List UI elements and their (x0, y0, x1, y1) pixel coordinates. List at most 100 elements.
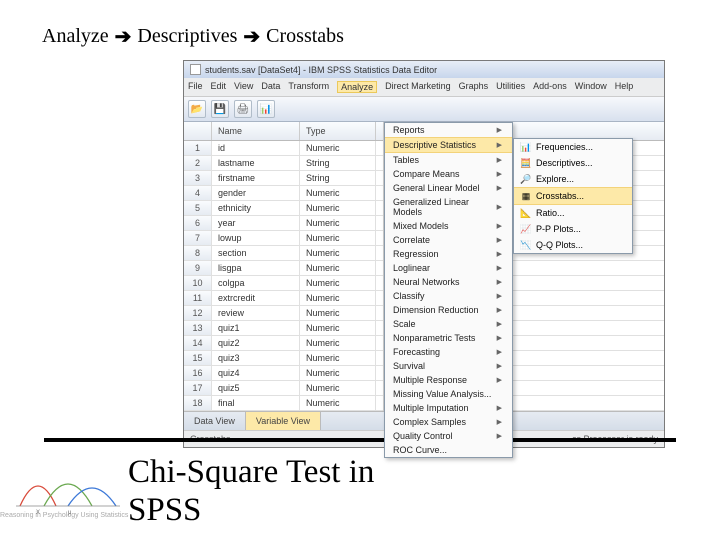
menu-item[interactable]: Regression▶ (385, 247, 512, 261)
submenu-item[interactable]: 🔎Explore... (514, 171, 632, 187)
table-row[interactable]: 10colgpaNumeric (184, 276, 383, 291)
cell-name[interactable]: year (212, 216, 300, 230)
cell-type[interactable]: Numeric (300, 141, 376, 155)
menu-item[interactable]: Descriptive Statistics▶ (385, 137, 512, 153)
cell-type[interactable]: Numeric (300, 291, 376, 305)
open-icon[interactable]: 📂 (188, 100, 206, 118)
menu-item[interactable]: Quality Control▶ (385, 429, 512, 443)
menu-view[interactable]: View (234, 81, 253, 93)
chart-icon[interactable]: 📊 (257, 100, 275, 118)
submenu-item[interactable]: 📊Frequencies... (514, 139, 632, 155)
cell-type[interactable]: Numeric (300, 276, 376, 290)
cell-name[interactable]: id (212, 141, 300, 155)
menu-transform[interactable]: Transform (288, 81, 329, 93)
menu-item[interactable]: Mixed Models▶ (385, 219, 512, 233)
cell-type[interactable]: Numeric (300, 336, 376, 350)
tab-variable-view[interactable]: Variable View (246, 412, 321, 430)
menu-item[interactable]: Missing Value Analysis... (385, 387, 512, 401)
table-row[interactable]: 2lastnameString (184, 156, 383, 171)
table-row[interactable]: 14quiz2Numeric (184, 336, 383, 351)
menu-data[interactable]: Data (261, 81, 280, 93)
cell-name[interactable]: extrcredit (212, 291, 300, 305)
cell-type[interactable]: Numeric (300, 351, 376, 365)
table-row[interactable]: 17quiz5Numeric (184, 381, 383, 396)
submenu-item[interactable]: 📉Q-Q Plots... (514, 237, 632, 253)
menu-item[interactable]: Loglinear▶ (385, 261, 512, 275)
submenu-item[interactable]: 📐Ratio... (514, 205, 632, 221)
tab-data-view[interactable]: Data View (184, 412, 246, 430)
table-row[interactable]: 11extrcreditNumeric (184, 291, 383, 306)
cell-name[interactable]: lowup (212, 231, 300, 245)
cell-name[interactable]: ethnicity (212, 201, 300, 215)
submenu-item[interactable]: 📈P-P Plots... (514, 221, 632, 237)
cell-type[interactable]: Numeric (300, 306, 376, 320)
table-row[interactable]: 18finalNumeric (184, 396, 383, 411)
menu-window[interactable]: Window (575, 81, 607, 93)
cell-type[interactable]: Numeric (300, 186, 376, 200)
menu-help[interactable]: Help (615, 81, 634, 93)
cell-type[interactable]: Numeric (300, 246, 376, 260)
table-row[interactable]: 7lowupNumeric (184, 231, 383, 246)
menu-item[interactable]: Nonparametric Tests▶ (385, 331, 512, 345)
menu-file[interactable]: File (188, 81, 203, 93)
menu-item[interactable]: Multiple Imputation▶ (385, 401, 512, 415)
cell-name[interactable]: quiz5 (212, 381, 300, 395)
menu-item[interactable]: ROC Curve... (385, 443, 512, 457)
menu-item[interactable]: Compare Means▶ (385, 167, 512, 181)
table-row[interactable]: 13quiz1Numeric (184, 321, 383, 336)
col-type-header[interactable]: Type (300, 122, 376, 140)
cell-type[interactable]: Numeric (300, 321, 376, 335)
menu-addons[interactable]: Add-ons (533, 81, 567, 93)
cell-name[interactable]: firstname (212, 171, 300, 185)
menu-item[interactable]: Scale▶ (385, 317, 512, 331)
menu-item[interactable]: General Linear Model▶ (385, 181, 512, 195)
table-row[interactable]: 4genderNumeric (184, 186, 383, 201)
menu-item[interactable]: Generalized Linear Models▶ (385, 195, 512, 219)
cell-type[interactable]: String (300, 156, 376, 170)
menu-edit[interactable]: Edit (211, 81, 227, 93)
cell-type[interactable]: Numeric (300, 216, 376, 230)
menu-item[interactable]: Classify▶ (385, 289, 512, 303)
cell-name[interactable]: quiz4 (212, 366, 300, 380)
table-row[interactable]: 9lisgpaNumeric (184, 261, 383, 276)
submenu-item[interactable]: ▦Crosstabs... (514, 187, 632, 205)
cell-type[interactable]: Numeric (300, 381, 376, 395)
cell-name[interactable]: quiz2 (212, 336, 300, 350)
table-row[interactable]: 3firstnameString (184, 171, 383, 186)
menu-item[interactable]: Dimension Reduction▶ (385, 303, 512, 317)
cell-name[interactable]: quiz3 (212, 351, 300, 365)
cell-name[interactable]: quiz1 (212, 321, 300, 335)
menu-item[interactable]: Tables▶ (385, 153, 512, 167)
cell-name[interactable]: review (212, 306, 300, 320)
cell-name[interactable]: gender (212, 186, 300, 200)
cell-name[interactable]: lisgpa (212, 261, 300, 275)
menu-item[interactable]: Neural Networks▶ (385, 275, 512, 289)
table-row[interactable]: 6yearNumeric (184, 216, 383, 231)
cell-type[interactable]: String (300, 171, 376, 185)
print-icon[interactable]: 🖨 (234, 100, 252, 118)
table-row[interactable]: 8sectionNumeric (184, 246, 383, 261)
menu-item[interactable]: Complex Samples▶ (385, 415, 512, 429)
menu-item[interactable]: Survival▶ (385, 359, 512, 373)
cell-name[interactable]: final (212, 396, 300, 410)
menu-item[interactable]: Reports▶ (385, 123, 512, 137)
menu-analyze[interactable]: Analyze (337, 81, 377, 93)
menu-utilities[interactable]: Utilities (496, 81, 525, 93)
menu-graphs[interactable]: Graphs (459, 81, 489, 93)
cell-name[interactable]: section (212, 246, 300, 260)
submenu-item[interactable]: 🧮Descriptives... (514, 155, 632, 171)
menu-item[interactable]: Multiple Response▶ (385, 373, 512, 387)
cell-name[interactable]: lastname (212, 156, 300, 170)
save-icon[interactable]: 💾 (211, 100, 229, 118)
menu-item[interactable]: Forecasting▶ (385, 345, 512, 359)
cell-type[interactable]: Numeric (300, 366, 376, 380)
cell-name[interactable]: colgpa (212, 276, 300, 290)
cell-type[interactable]: Numeric (300, 396, 376, 410)
table-row[interactable]: 15quiz3Numeric (184, 351, 383, 366)
cell-type[interactable]: Numeric (300, 231, 376, 245)
table-row[interactable]: 12reviewNumeric (184, 306, 383, 321)
menu-direct-marketing[interactable]: Direct Marketing (385, 81, 451, 93)
cell-type[interactable]: Numeric (300, 261, 376, 275)
menu-item[interactable]: Correlate▶ (385, 233, 512, 247)
table-row[interactable]: 5ethnicityNumeric (184, 201, 383, 216)
